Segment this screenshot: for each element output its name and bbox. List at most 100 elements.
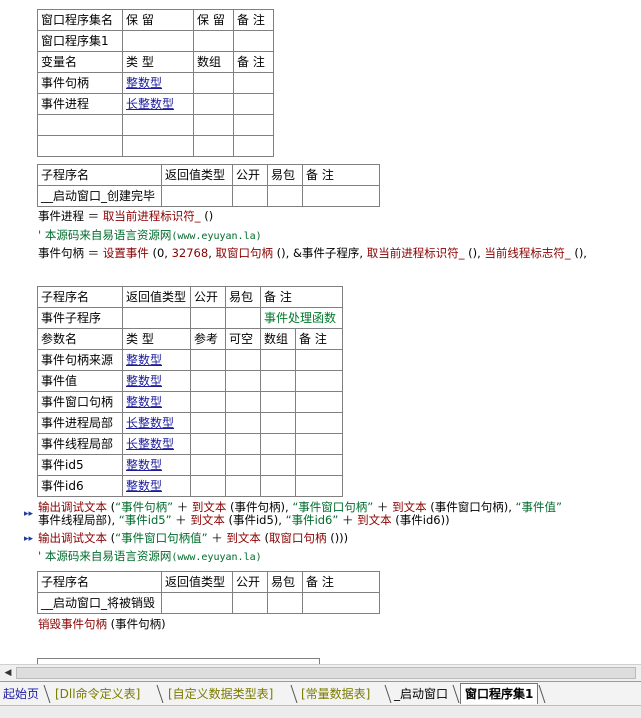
cell[interactable] bbox=[295, 391, 343, 413]
param-name[interactable]: 事件窗口句柄 bbox=[37, 391, 123, 413]
tab-dll-commands[interactable]: [Dll命令定义表] bbox=[55, 684, 140, 704]
cell[interactable] bbox=[161, 185, 233, 207]
expand-arrow-icon[interactable]: ▸▸ bbox=[24, 509, 33, 519]
cell[interactable] bbox=[225, 307, 261, 329]
cell[interactable] bbox=[302, 592, 380, 614]
cell[interactable] bbox=[267, 185, 303, 207]
param-name[interactable]: 事件id6 bbox=[37, 475, 123, 497]
cell[interactable] bbox=[225, 370, 261, 392]
col-header: 窗口程序集名 bbox=[37, 9, 123, 31]
code-line[interactable]: 输出调试文本 (“事件句柄” ＋ 到文本 (事件句柄), “事件窗口句柄” ＋ … bbox=[38, 500, 562, 514]
tab-startup-window[interactable]: _启动窗口 bbox=[394, 684, 448, 704]
code-editor[interactable]: 窗口程序集名 保 留 保 留 备 注 窗口程序集1 变量名 类 型 数组 备 注… bbox=[0, 0, 641, 664]
tab-window-assembly[interactable]: 窗口程序集1 bbox=[460, 683, 539, 704]
cell[interactable] bbox=[295, 412, 343, 434]
cell[interactable] bbox=[233, 135, 274, 157]
assembly-name[interactable]: 窗口程序集1 bbox=[37, 30, 123, 52]
subroutine-name[interactable]: __启动窗口_将被销毁 bbox=[37, 592, 162, 614]
comment-line[interactable]: ' 本源码来自易语言资源网(www.eyuyan.la) bbox=[38, 549, 262, 565]
param-name[interactable]: 事件句柄来源 bbox=[37, 349, 123, 371]
cell[interactable] bbox=[302, 185, 380, 207]
param-type[interactable]: 长整数型 bbox=[122, 433, 191, 455]
tab-start-page[interactable]: 起始页 bbox=[3, 684, 39, 704]
cell[interactable] bbox=[161, 592, 233, 614]
cell[interactable] bbox=[260, 475, 296, 497]
var-name[interactable]: 事件进程 bbox=[37, 93, 123, 115]
cell[interactable] bbox=[193, 93, 234, 115]
cell[interactable] bbox=[260, 391, 296, 413]
scroll-left-icon[interactable]: ◀ bbox=[2, 667, 14, 679]
var-name[interactable]: 事件句柄 bbox=[37, 72, 123, 94]
cell[interactable] bbox=[260, 370, 296, 392]
cell[interactable] bbox=[190, 307, 226, 329]
tab-custom-types[interactable]: [自定义数据类型表] bbox=[168, 684, 273, 704]
cell[interactable] bbox=[225, 433, 261, 455]
param-type[interactable]: 整数型 bbox=[122, 349, 191, 371]
tab-constants[interactable]: [常量数据表] bbox=[301, 684, 370, 704]
cell[interactable] bbox=[267, 592, 303, 614]
cell[interactable] bbox=[190, 370, 226, 392]
param-type[interactable]: 整数型 bbox=[122, 454, 191, 476]
cell[interactable] bbox=[260, 454, 296, 476]
cell[interactable] bbox=[232, 592, 268, 614]
cell[interactable] bbox=[233, 30, 274, 52]
subroutine-remark[interactable]: 事件处理函数 bbox=[260, 307, 343, 329]
cell[interactable] bbox=[295, 433, 343, 455]
cell[interactable] bbox=[225, 475, 261, 497]
col-header: 公开 bbox=[232, 571, 268, 593]
param-name[interactable]: 事件进程局部 bbox=[37, 412, 123, 434]
comment-line[interactable]: ' 本源码来自易语言资源网(www.eyuyan.la) bbox=[38, 228, 262, 244]
cell[interactable] bbox=[37, 114, 123, 136]
cell[interactable] bbox=[190, 475, 226, 497]
cell[interactable] bbox=[193, 30, 234, 52]
code-line-continued[interactable]: 事件线程局部), “事件id5” ＋ 到文本 (事件id5), “事件id6” … bbox=[38, 513, 450, 527]
code-line[interactable]: 事件句柄 ＝ 设置事件 (0, 32768, 取窗口句柄 (), &事件子程序,… bbox=[38, 246, 587, 260]
cell[interactable] bbox=[193, 135, 234, 157]
cell[interactable] bbox=[260, 433, 296, 455]
cell[interactable] bbox=[190, 433, 226, 455]
cell[interactable] bbox=[193, 114, 234, 136]
cell[interactable] bbox=[193, 72, 234, 94]
cell[interactable] bbox=[295, 370, 343, 392]
cell[interactable] bbox=[225, 454, 261, 476]
cell[interactable] bbox=[233, 72, 274, 94]
code-line[interactable]: 事件进程 ＝ 取当前进程标识符_ () bbox=[38, 209, 213, 223]
cell[interactable] bbox=[225, 412, 261, 434]
param-name[interactable]: 事件线程局部 bbox=[37, 433, 123, 455]
cell[interactable] bbox=[295, 454, 343, 476]
cell[interactable] bbox=[37, 135, 123, 157]
cell[interactable] bbox=[233, 114, 274, 136]
code-line[interactable]: 输出调试文本 (“事件窗口句柄值” ＋ 到文本 (取窗口句柄 ())) bbox=[38, 531, 348, 545]
cell[interactable] bbox=[190, 454, 226, 476]
param-name[interactable]: 事件id5 bbox=[37, 454, 123, 476]
subroutine-name[interactable]: 事件子程序 bbox=[37, 307, 123, 329]
cell[interactable] bbox=[225, 391, 261, 413]
scroll-thumb[interactable] bbox=[16, 667, 636, 679]
cell[interactable] bbox=[190, 412, 226, 434]
expand-arrow-icon[interactable]: ▸▸ bbox=[24, 534, 33, 544]
cell[interactable] bbox=[260, 349, 296, 371]
cell[interactable] bbox=[122, 135, 194, 157]
cell[interactable] bbox=[260, 412, 296, 434]
var-type[interactable]: 长整数型 bbox=[122, 93, 194, 115]
cell[interactable] bbox=[295, 349, 343, 371]
horizontal-scrollbar[interactable]: ◀ bbox=[0, 664, 641, 682]
cell[interactable] bbox=[225, 349, 261, 371]
cell[interactable] bbox=[122, 30, 194, 52]
cell[interactable] bbox=[232, 185, 268, 207]
param-type[interactable]: 整数型 bbox=[122, 370, 191, 392]
code-line[interactable]: 销毁事件句柄 (事件句柄) bbox=[38, 617, 166, 631]
cell[interactable] bbox=[122, 307, 191, 329]
param-type[interactable]: 长整数型 bbox=[122, 412, 191, 434]
cell[interactable] bbox=[190, 349, 226, 371]
col-header: 类 型 bbox=[122, 51, 194, 73]
cell[interactable] bbox=[295, 475, 343, 497]
param-type[interactable]: 整数型 bbox=[122, 391, 191, 413]
cell[interactable] bbox=[122, 114, 194, 136]
param-name[interactable]: 事件值 bbox=[37, 370, 123, 392]
cell[interactable] bbox=[190, 391, 226, 413]
param-type[interactable]: 整数型 bbox=[122, 475, 191, 497]
cell[interactable] bbox=[233, 93, 274, 115]
subroutine-name[interactable]: __启动窗口_创建完毕 bbox=[37, 185, 162, 207]
var-type[interactable]: 整数型 bbox=[122, 72, 194, 94]
